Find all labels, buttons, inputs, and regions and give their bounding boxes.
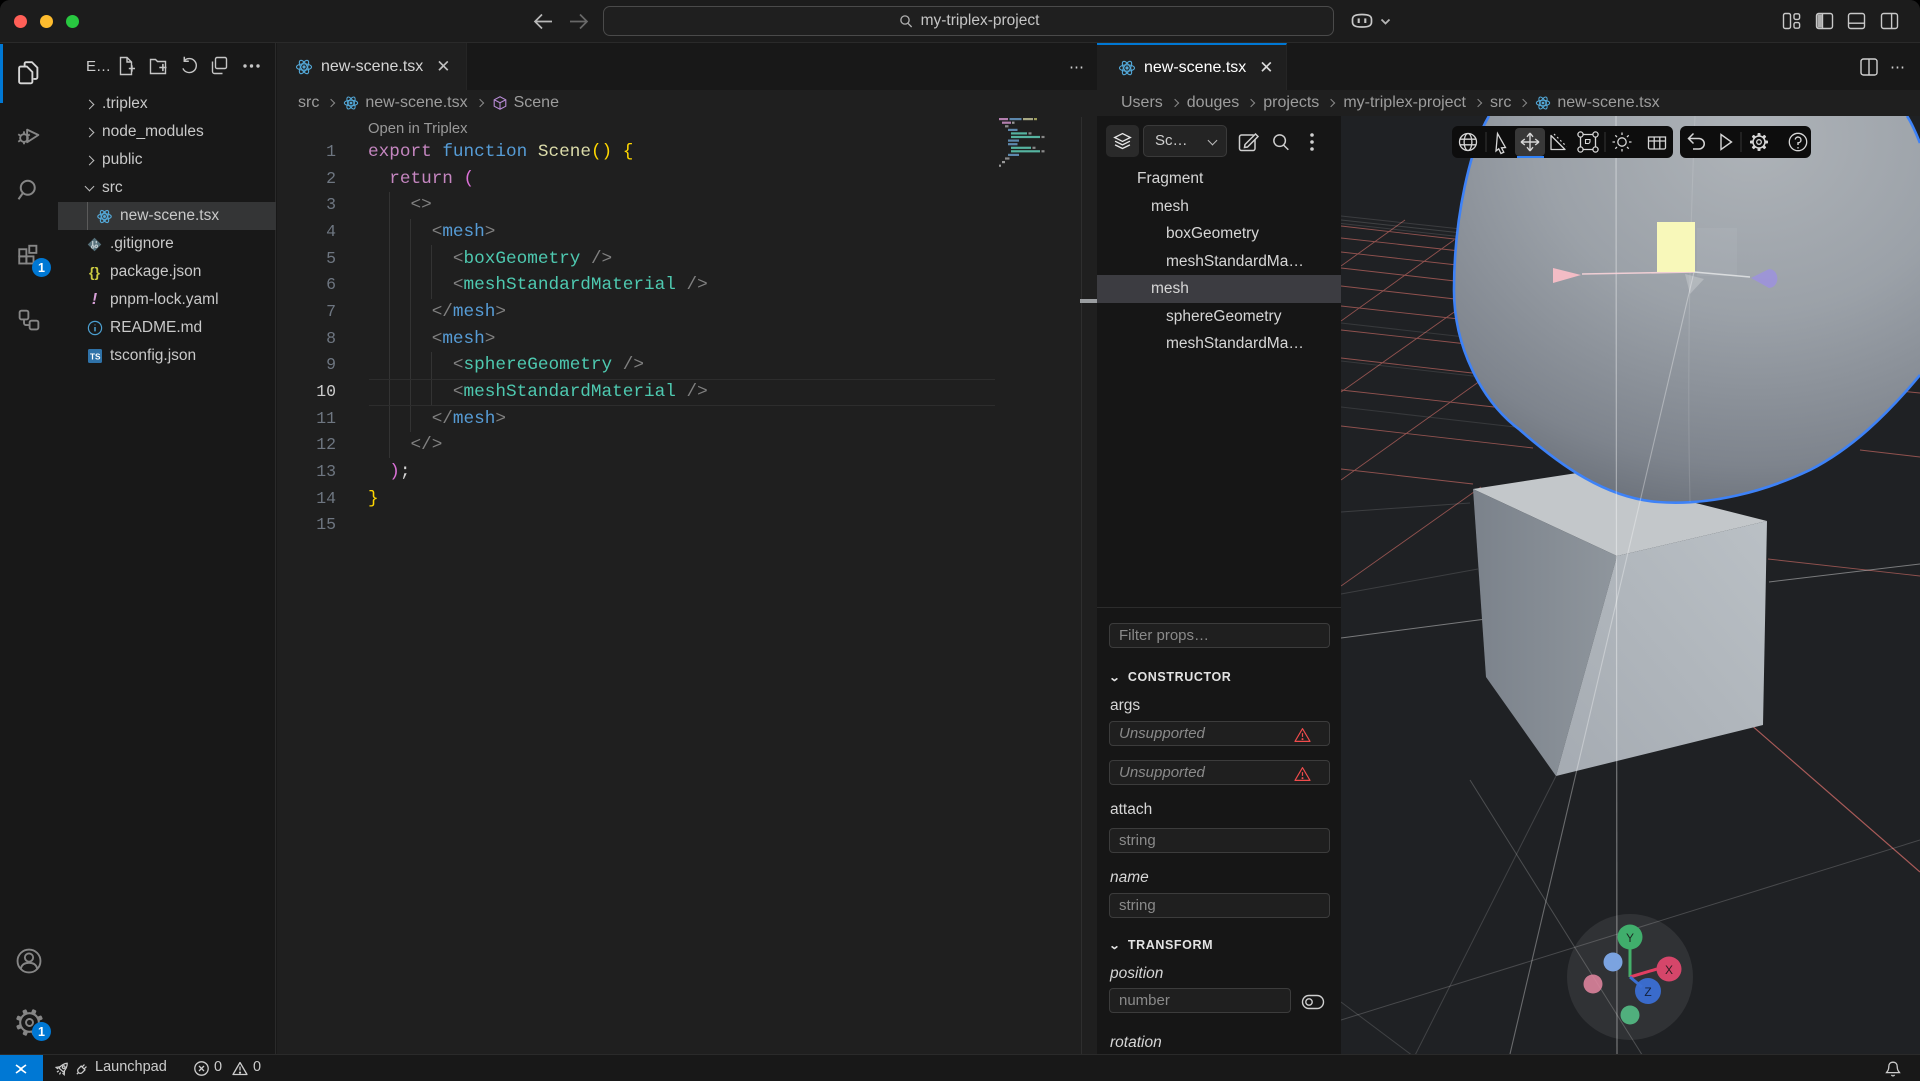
svg-text:Z: Z [1644, 985, 1651, 999]
svg-text:Y: Y [1626, 931, 1634, 945]
svg-text:X: X [1665, 963, 1673, 977]
svg-text:TS: TS [89, 353, 100, 362]
